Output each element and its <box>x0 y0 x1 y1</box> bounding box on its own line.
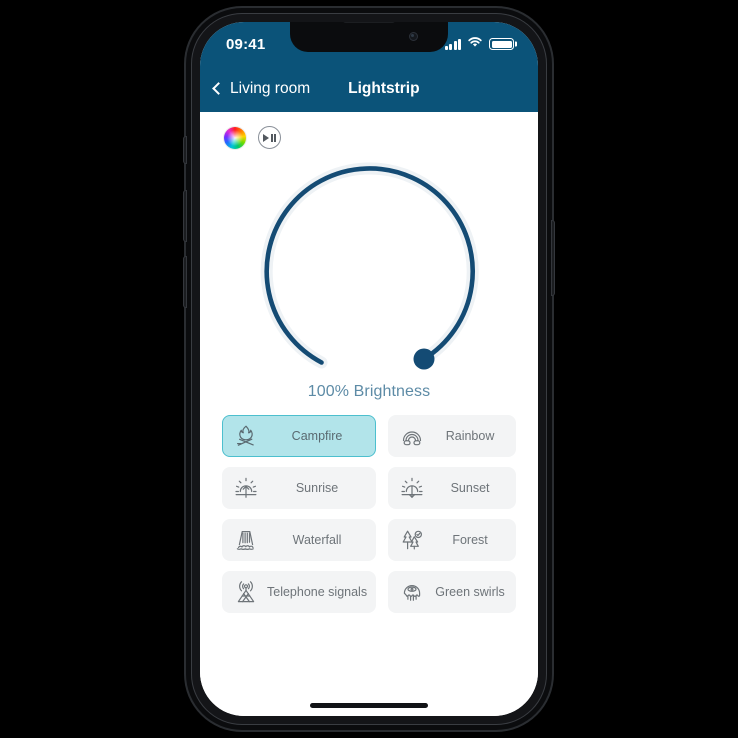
notch <box>290 22 448 52</box>
brightness-dial-svg[interactable] <box>244 153 494 381</box>
page-title: Lightstrip <box>348 80 420 97</box>
scene-tile-sunrise[interactable]: Sunrise <box>222 467 377 509</box>
brightness-label: 100% Brightness <box>307 383 431 400</box>
scene-label: Campfire <box>291 429 343 443</box>
cellular-signal-icon <box>444 38 461 50</box>
campfire-icon <box>229 419 263 453</box>
scene-tile-green-swirls[interactable]: Green swirls <box>388 571 516 613</box>
scene-label: Forest <box>452 533 488 547</box>
wifi-icon <box>467 35 483 53</box>
jellyfish-icon <box>395 575 429 609</box>
battery-icon <box>489 38 514 50</box>
scene-tile-sunset[interactable]: Sunset <box>388 467 516 509</box>
scene-label: Green swirls <box>435 585 505 599</box>
dial-progress-arc <box>264 166 475 365</box>
front-camera-icon <box>409 32 418 41</box>
phone-screen: 09:41 Living room Lightstrip 100% Bright… <box>200 22 538 716</box>
power-button[interactable] <box>551 220 555 296</box>
screenshot-stage: 09:41 Living room Lightstrip 100% Bright… <box>0 0 738 738</box>
scene-label: Sunrise <box>295 481 339 495</box>
status-time: 09:41 <box>226 35 266 53</box>
scene-tile-rainbow[interactable]: Rainbow <box>388 415 516 457</box>
scene-label: Waterfall <box>292 533 342 547</box>
screen-content: 100% Brightness Campfire Rainbow Sunrise… <box>200 112 538 716</box>
scene-label: Sunset <box>450 481 490 495</box>
scene-tile-forest[interactable]: Forest <box>388 519 516 561</box>
scene-label: Rainbow <box>445 429 495 443</box>
scene-tile-campfire[interactable]: Campfire <box>222 415 377 457</box>
forest-icon <box>395 523 429 557</box>
sunset-icon <box>395 471 429 505</box>
nav-bar: Living room Lightstrip <box>200 66 538 112</box>
pause-bars-icon <box>270 133 276 142</box>
play-pause-icon[interactable] <box>258 126 281 149</box>
scene-tile-waterfall[interactable]: Waterfall <box>222 519 377 561</box>
scene-tile-telephone-signals[interactable]: Telephone signals <box>222 571 377 613</box>
back-button-label: Living room <box>230 80 311 97</box>
volume-down-button[interactable] <box>183 256 187 308</box>
home-indicator[interactable] <box>310 703 428 708</box>
waterfall-icon <box>229 523 263 557</box>
dial-knob <box>413 348 435 370</box>
back-button[interactable]: Living room <box>212 80 311 98</box>
status-icons <box>444 35 517 53</box>
top-actions-row <box>200 112 538 149</box>
radio-tower-icon <box>229 575 263 609</box>
color-wheel-icon[interactable] <box>224 126 246 149</box>
earpiece-speaker <box>343 22 395 23</box>
play-triangle-icon <box>263 133 270 142</box>
phone-frame: 09:41 Living room Lightstrip 100% Bright… <box>183 8 555 730</box>
chevron-left-icon <box>212 82 225 95</box>
volume-up-button[interactable] <box>183 190 187 242</box>
silent-switch[interactable] <box>183 136 187 164</box>
sunrise-icon <box>229 471 263 505</box>
brightness-dial[interactable] <box>200 153 538 381</box>
scenes-grid: Campfire Rainbow Sunrise Sunset Waterfal… <box>200 401 538 613</box>
rainbow-icon <box>395 419 429 453</box>
scene-label: Telephone signals <box>267 585 368 599</box>
